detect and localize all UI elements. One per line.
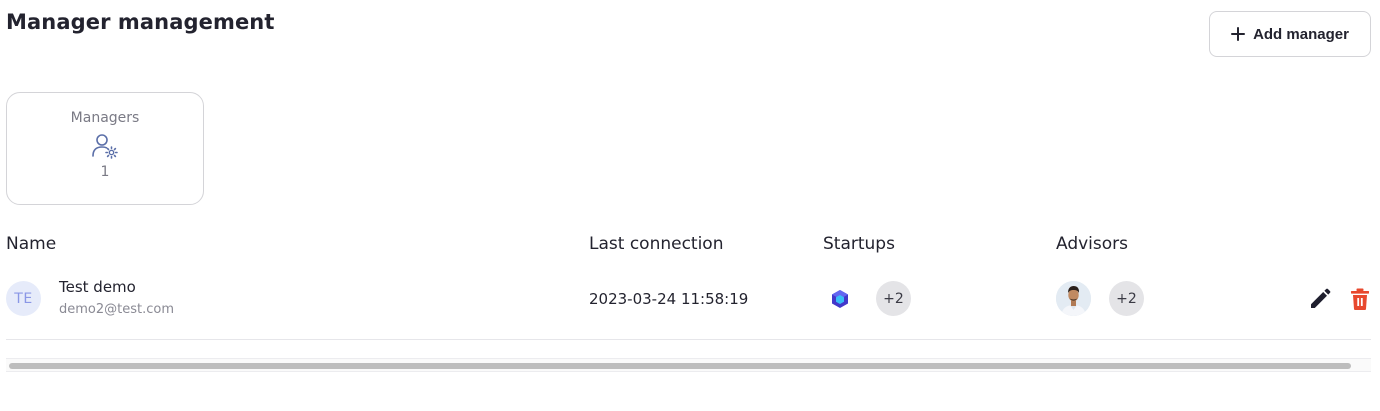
stat-label: Managers: [70, 110, 140, 126]
plus-icon: [1231, 27, 1246, 41]
column-header-startups[interactable]: Startups: [823, 234, 895, 254]
add-manager-label: Add manager: [1253, 25, 1349, 43]
add-manager-button[interactable]: Add manager: [1209, 11, 1371, 57]
manager-email: demo2@test.com: [59, 302, 175, 317]
avatar: TE: [6, 281, 41, 316]
advisor-photo-icon: [1056, 281, 1091, 316]
stat-value: 1: [100, 164, 110, 180]
column-header-last-connection[interactable]: Last connection: [589, 234, 723, 254]
page-title: Manager management: [6, 10, 275, 34]
last-connection-value: 2023-03-24 11:58:19: [589, 290, 749, 308]
trash-icon[interactable]: [1349, 287, 1371, 311]
managers-stat-card[interactable]: Managers 1: [6, 92, 204, 205]
advisor-avatar[interactable]: [1056, 281, 1091, 316]
startup-logo-icon[interactable]: [831, 289, 849, 309]
column-header-name[interactable]: Name: [6, 234, 56, 254]
pencil-icon[interactable]: [1308, 287, 1332, 311]
startups-more-badge[interactable]: +2: [876, 281, 911, 316]
horizontal-scrollbar[interactable]: [6, 358, 1371, 372]
column-header-advisors[interactable]: Advisors: [1056, 234, 1128, 254]
manager-name: Test demo: [59, 278, 136, 296]
table-row[interactable]: TE Test demo demo2@test.com 2023-03-24 1…: [6, 268, 1371, 340]
advisors-more-badge[interactable]: +2: [1109, 281, 1144, 316]
user-gear-icon: [92, 134, 118, 159]
scrollbar-thumb[interactable]: [9, 363, 1351, 369]
